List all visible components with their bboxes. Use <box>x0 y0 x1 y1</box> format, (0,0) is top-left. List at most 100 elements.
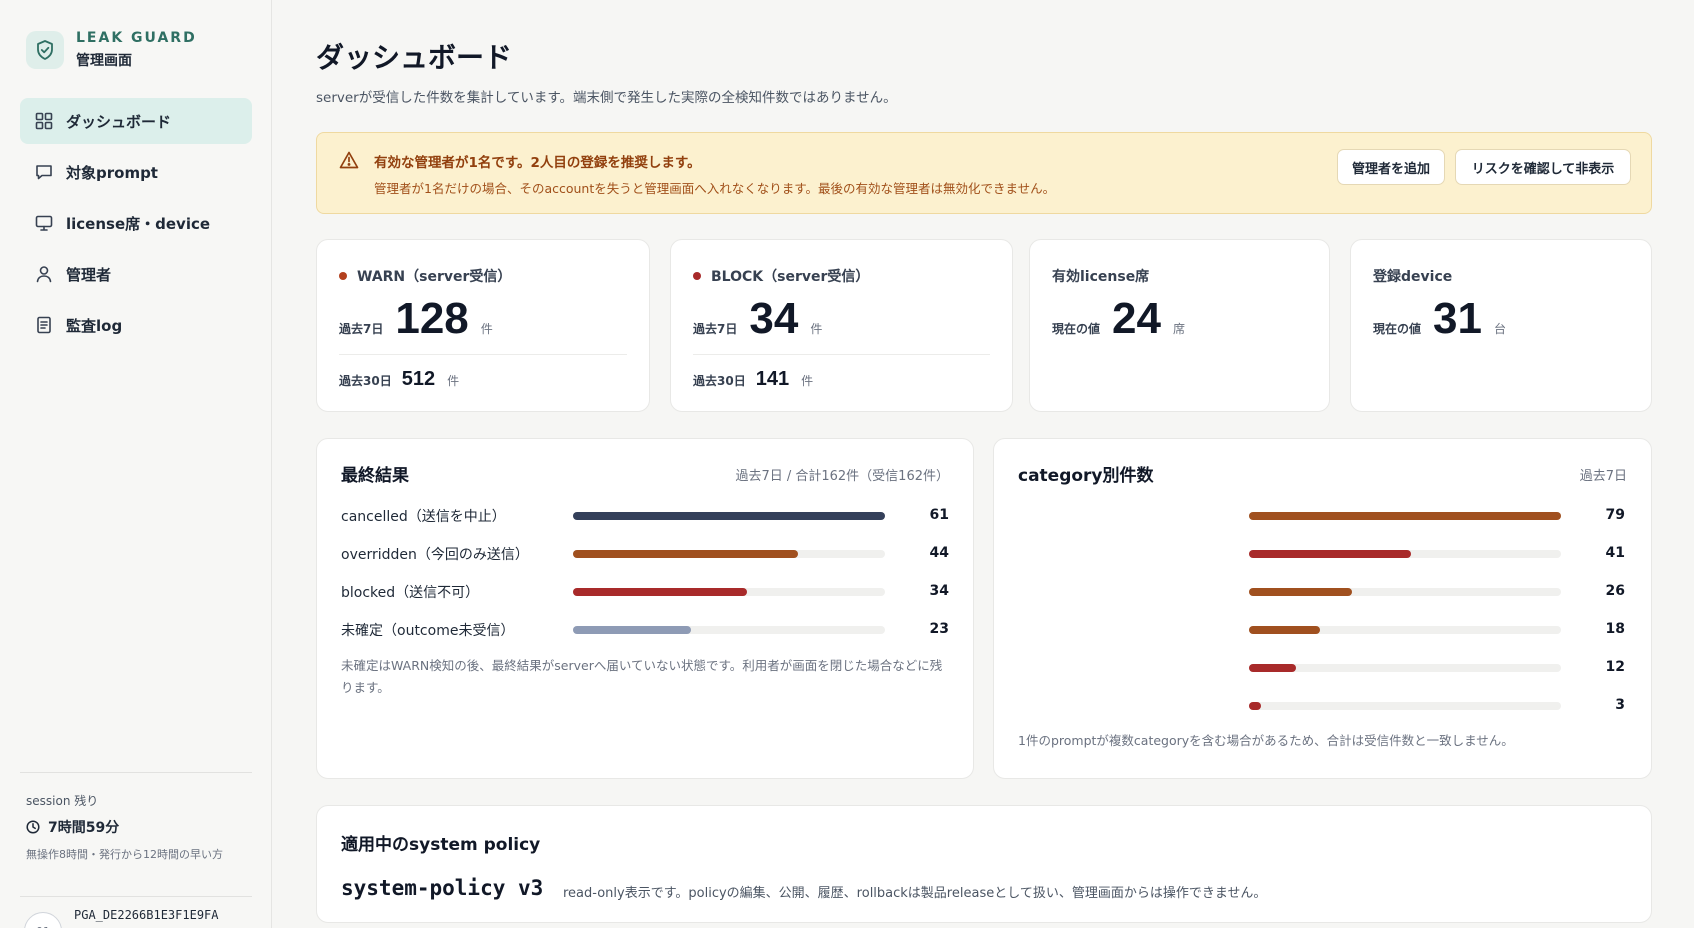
sidebar-item-label: ダッシュボード <box>66 112 172 131</box>
bar-value: 23 <box>929 621 949 637</box>
bar-track <box>1249 702 1561 710</box>
shield-check-icon <box>26 31 64 69</box>
kpi-value: 31 <box>1433 294 1482 343</box>
panel-meta: 過去7日 / 合計162件（受信162件） <box>735 469 949 484</box>
policy-description: read-only表示です。policyの編集、公開、履歴、rollbackは製… <box>563 886 1267 901</box>
sidebar-item-label: license席・device <box>66 214 211 233</box>
brand: LEAK GUARD 管理画面 <box>26 30 197 70</box>
outcome-panel: 最終結果 過去7日 / 合計162件（受信162件） cancelled（送信を… <box>316 438 974 779</box>
kpi-card-block: BLOCK（server受信） 過去7日 34 件 過去30日 141 件 <box>670 239 1013 412</box>
bar-label: blocked（送信不可） <box>341 581 479 603</box>
alert-body: 管理者が1名だけの場合、そのaccountを失うと管理画面へ入れなくなります。最… <box>374 181 1056 196</box>
sidebar-nav: ダッシュボード 対象prompt license席・device 管理者 監査l… <box>20 98 252 353</box>
kpi-card-license: 有効license席 現在の値 24 席 <box>1029 239 1330 412</box>
divider <box>339 354 627 355</box>
warning-icon <box>339 151 359 173</box>
panel-title: 最終結果 <box>341 466 409 486</box>
category-panel: category別件数 過去7日 79 41 26 18 12 3 1件のpromptが複… <box>993 438 1652 779</box>
kpi-card-warn: WARN（server受信） 過去7日 128 件 過去30日 512 件 <box>316 239 650 412</box>
session-time-value: 7時間59分 <box>48 820 120 836</box>
page-description: serverが受信した件数を集計しています。端末側で発生した実際の全検知件数では… <box>316 90 897 106</box>
bar-label: 未確定（outcome未受信） <box>341 619 514 641</box>
sidebar-item-label: 監査log <box>66 316 123 335</box>
kpi-unit: 台 <box>1493 322 1506 336</box>
sidebar-item-audit-log[interactable]: 監査log <box>20 302 252 348</box>
bar <box>573 512 885 520</box>
status-dot <box>693 272 701 280</box>
kpi-title: WARN（server受信） <box>357 269 512 285</box>
bar-track <box>1249 588 1561 596</box>
bar-track <box>1249 626 1561 634</box>
add-admin-button[interactable]: 管理者を追加 <box>1337 149 1445 185</box>
bar-label-text: cancelled（送信を中止） <box>341 509 506 525</box>
panel-meta: 過去7日 <box>1579 469 1627 484</box>
kpi-sub-period: 過去30日 <box>693 374 746 388</box>
brand-subtitle: 管理画面 <box>76 53 132 69</box>
bar <box>1249 550 1411 558</box>
bar-track <box>573 626 885 634</box>
status-dot <box>339 272 347 280</box>
bar-track <box>573 550 885 558</box>
divider <box>693 354 990 355</box>
bar <box>1249 702 1261 710</box>
sidebar-item-admins[interactable]: 管理者 <box>20 251 252 297</box>
bar-label: cancelled（送信を中止） <box>341 505 506 527</box>
bar <box>573 550 799 558</box>
kpi-value: 128 <box>395 294 469 343</box>
policy-name: system-policy v3 <box>341 876 544 900</box>
document-icon <box>34 315 54 335</box>
divider <box>20 772 252 773</box>
alert-title: 有効な管理者が1名です。2人目の登録を推奨します。 <box>374 155 701 171</box>
bar-label-text: overridden（今回のみ送信） <box>341 547 529 563</box>
chat-icon <box>34 162 54 182</box>
bar <box>573 626 691 634</box>
admin-warning-alert: 有効な管理者が1名です。2人目の登録を推奨します。 管理者が1名だけの場合、その… <box>316 132 1652 214</box>
bar <box>1249 626 1321 634</box>
bar-track <box>1249 550 1561 558</box>
bar-value: 34 <box>929 583 949 599</box>
session-note: 無操作8時間・発行から12時間の早い方 <box>26 848 223 861</box>
sidebar-item-license-device[interactable]: license席・device <box>20 200 252 246</box>
dismiss-risk-button[interactable]: リスクを確認して非表示 <box>1455 149 1631 185</box>
divider <box>20 896 252 897</box>
user-info[interactable]: 01 PGA_DE2266B1E3F1E9FA <box>24 908 219 928</box>
kpi-sub-unit: 件 <box>447 374 460 388</box>
kpi-title: 有効license席 <box>1052 269 1150 285</box>
panel-note: 1件のpromptが複数categoryを含む場合があるため、合計は受信件数と一… <box>1018 733 1514 748</box>
kpi-title: BLOCK（server受信） <box>711 269 870 285</box>
bar-value: 79 <box>1605 507 1625 523</box>
bar-value: 3 <box>1615 697 1625 713</box>
kpi-unit: 件 <box>480 322 493 336</box>
sidebar-item-label: 管理者 <box>66 265 112 284</box>
bar-track <box>573 512 885 520</box>
session-time: 7時間59分 <box>26 817 248 837</box>
bar-track <box>1249 664 1561 672</box>
session-info: session 残り 7時間59分 無操作8時間・発行から12時間の早い方 <box>26 792 248 864</box>
kpi-unit: 席 <box>1172 322 1185 336</box>
bar-value: 44 <box>929 545 949 561</box>
kpi-sub-period: 過去30日 <box>339 374 392 388</box>
avatar: 01 <box>24 912 62 928</box>
panel-note: 未確定はWARN検知の後、最終結果がserverへ届いていない状態です。利用者が… <box>341 658 943 695</box>
kpi-period: 現在の値 <box>1373 322 1422 336</box>
kpi-value: 34 <box>749 294 799 343</box>
bar <box>573 588 747 596</box>
bar <box>1249 588 1352 596</box>
kpi-sub-value: 512 <box>401 368 436 390</box>
page-title: ダッシュボード <box>316 41 513 74</box>
bar-value: 18 <box>1605 621 1625 637</box>
sidebar-item-dashboard[interactable]: ダッシュボード <box>20 98 252 144</box>
sidebar-item-prompt[interactable]: 対象prompt <box>20 149 252 195</box>
bar-value: 41 <box>1605 545 1625 561</box>
grid-icon <box>34 111 54 131</box>
kpi-sub-value: 141 <box>755 368 790 390</box>
session-label: session 残り <box>26 794 99 808</box>
bar <box>1249 512 1561 520</box>
kpi-sub-unit: 件 <box>801 374 814 388</box>
bar-value: 61 <box>929 507 949 523</box>
policy-panel: 適用中のsystem policy system-policy v3 read-… <box>316 805 1652 923</box>
user-icon <box>34 264 54 284</box>
bar-track <box>1249 512 1561 520</box>
bar-value: 26 <box>1605 583 1625 599</box>
kpi-period: 過去7日 <box>693 322 738 336</box>
